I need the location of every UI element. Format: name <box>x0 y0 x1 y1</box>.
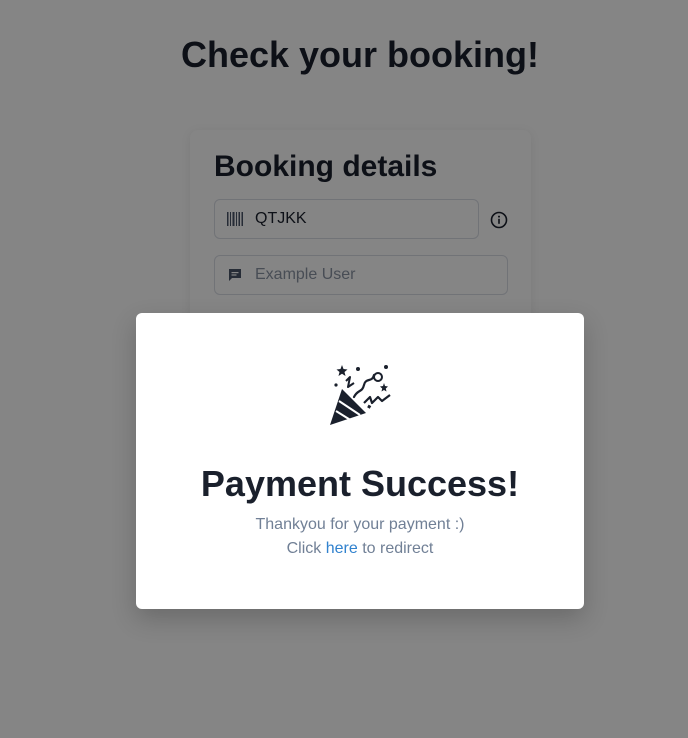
redirect-text: Click here to redirect <box>136 540 584 558</box>
party-popper-icon <box>328 363 392 427</box>
payment-success-modal: Payment Success! Thankyou for your payme… <box>136 313 584 609</box>
page: Check your booking! Booking details QTJK… <box>0 0 688 738</box>
modal-message: Thankyou for your payment :) <box>255 516 465 533</box>
redirect-prefix: Click <box>286 540 326 557</box>
redirect-suffix: to redirect <box>357 540 434 557</box>
modal-title: Payment Success! <box>200 463 520 504</box>
redirect-link[interactable]: here <box>326 540 358 557</box>
